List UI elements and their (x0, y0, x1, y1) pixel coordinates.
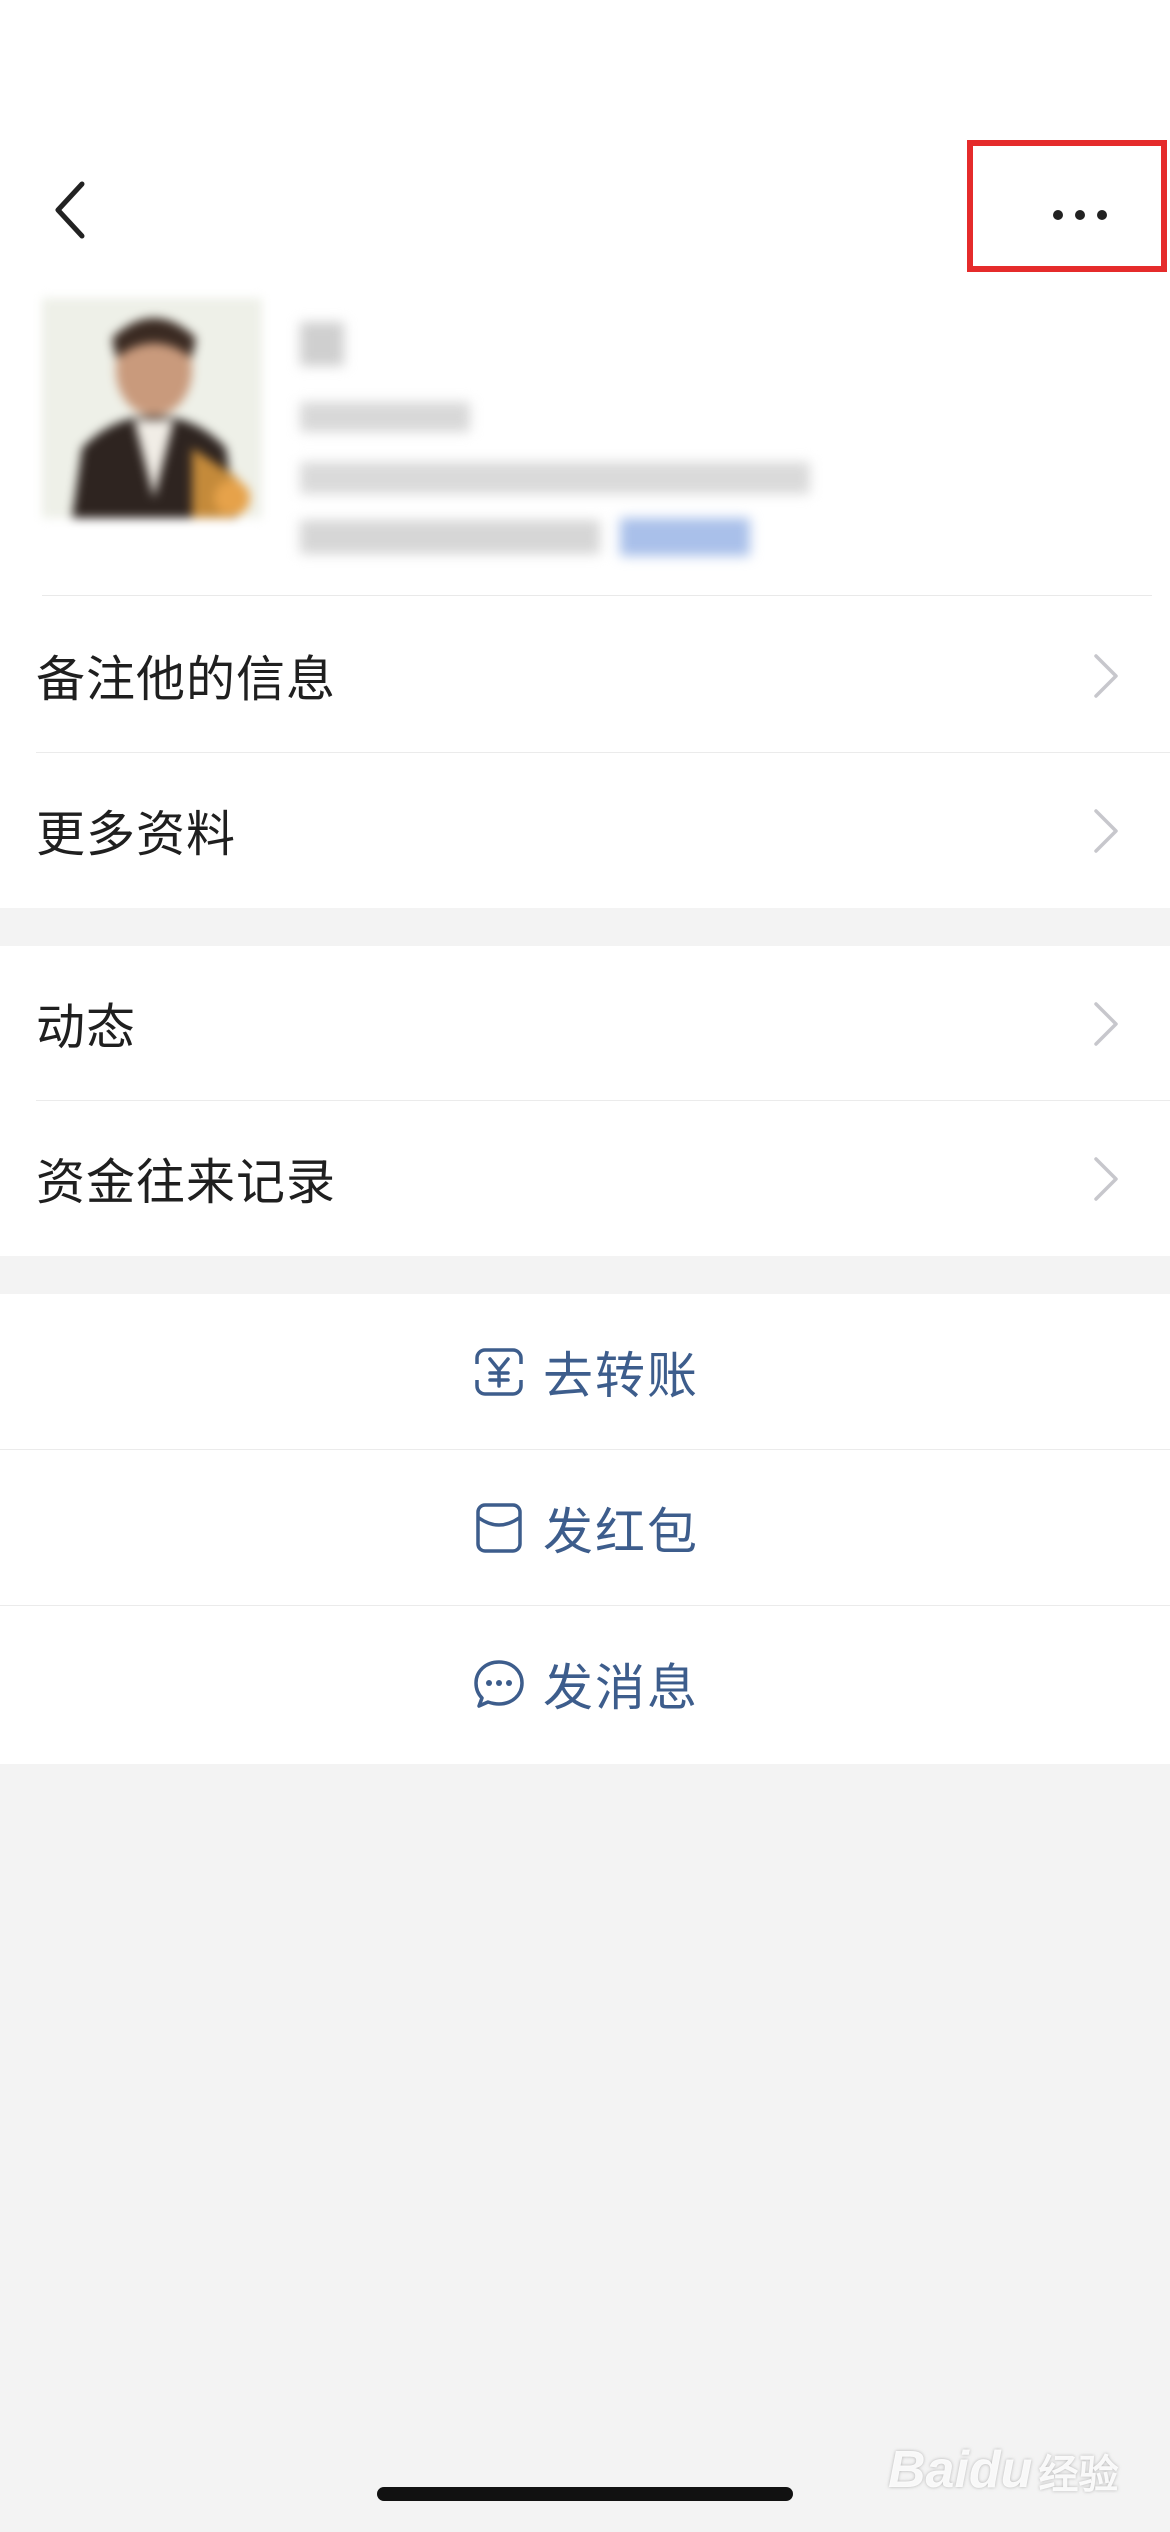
chat-bubble-icon (471, 1656, 527, 1712)
transfer-yuan-icon (471, 1344, 527, 1400)
header-area (0, 0, 1170, 598)
list-item-label: 动态 (36, 999, 137, 1056)
info-list: 备注他的信息 更多资料 (0, 598, 1170, 908)
list-item-label: 备注他的信息 (36, 651, 337, 708)
profile-account-blurred (300, 462, 810, 494)
chevron-left-icon (55, 181, 85, 239)
contact-profile-page: 备注他的信息 更多资料 动态 资金往来记录 去转账 发红包 发消息 Baidu … (0, 0, 1170, 2532)
home-indicator[interactable] (377, 2487, 793, 2501)
user-avatar[interactable] (42, 298, 262, 518)
divider (42, 595, 1152, 596)
list-item-label: 更多资料 (36, 806, 237, 863)
send-message-button-label: 发消息 (543, 1659, 699, 1717)
profile-nickname-blurred (300, 402, 470, 432)
watermark-brand: Baidu (888, 2441, 1033, 2499)
list-item[interactable]: 动态 (0, 946, 1170, 1101)
avatar-image (42, 298, 262, 518)
transfer-button-label: 去转账 (543, 1347, 699, 1405)
nav-bar (0, 130, 1170, 280)
transfer-button[interactable]: 去转账 (0, 1294, 1170, 1450)
list-item[interactable]: 备注他的信息 (0, 598, 1170, 753)
profile-card[interactable] (0, 290, 1170, 596)
status-bar (0, 0, 1170, 130)
chevron-right-icon (1094, 808, 1118, 853)
list-item[interactable]: 资金往来记录 (0, 1101, 1170, 1256)
watermark-sub: 经验 (1038, 2453, 1119, 2497)
list-item[interactable]: 更多资料 (0, 753, 1170, 908)
watermark: Baidu 经验 (888, 2410, 1148, 2500)
chevron-right-icon (1094, 653, 1118, 698)
profile-verified-badge-blurred (620, 518, 750, 556)
more-options-button[interactable] (1015, 160, 1145, 270)
back-button[interactable] (30, 170, 110, 250)
send-message-button[interactable]: 发消息 (0, 1606, 1170, 1762)
chevron-right-icon (1094, 1156, 1118, 1201)
more-dots-icon (1053, 210, 1107, 220)
chevron-right-icon (1094, 1001, 1118, 1046)
red-packet-button-label: 发红包 (543, 1503, 699, 1561)
profile-name-blurred (300, 322, 344, 366)
list-item-label: 资金往来记录 (36, 1154, 337, 1211)
red-packet-button[interactable]: 发红包 (0, 1450, 1170, 1606)
activity-list: 动态 资金往来记录 (0, 946, 1170, 1256)
action-list: 去转账 发红包 发消息 (0, 1294, 1170, 1764)
red-packet-icon (471, 1500, 527, 1556)
profile-realname-blurred (300, 520, 600, 554)
